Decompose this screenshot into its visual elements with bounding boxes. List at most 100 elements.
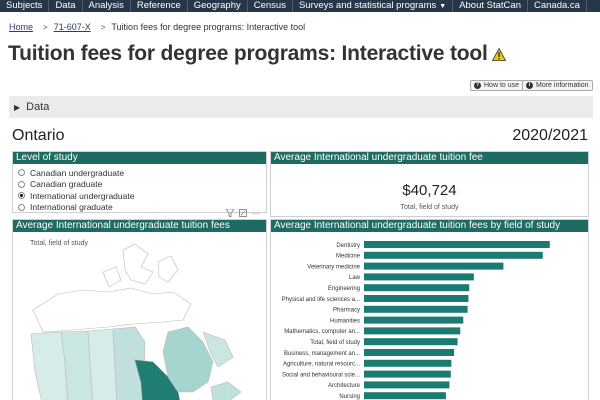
page-title-row: Tuition fees for degree programs: Intera…: [8, 42, 506, 66]
nav-item-label: Data: [55, 0, 76, 11]
bar-category-label: Pharmacy: [333, 308, 360, 314]
level-of-study-heading: Level of study: [13, 152, 266, 164]
bar-category-label: Law: [349, 275, 361, 281]
field-of-study-chart-panel: Average International undergraduate tuit…: [270, 219, 589, 400]
radio-unselected-icon[interactable]: [18, 180, 25, 188]
bar-chart-heading: Average International undergraduate tuit…: [271, 220, 588, 232]
level-of-study-option[interactable]: Canadian graduate: [18, 179, 266, 191]
bar-7[interactable]: [364, 316, 464, 324]
level-of-study-option-label: Canadian undergraduate: [30, 167, 125, 178]
map-region-north[interactable]: [32, 287, 192, 333]
bar-category-label: Nursing: [339, 394, 360, 400]
breadcrumb-separator-icon: >: [43, 22, 48, 32]
radio-unselected-icon[interactable]: [18, 169, 25, 177]
map-region-arctic-islands[interactable]: [122, 243, 154, 285]
bar-8[interactable]: [364, 327, 461, 335]
data-toggle-label: Data: [26, 101, 50, 113]
bar-category-label: Total, field of study: [310, 340, 360, 346]
info-icon: i: [526, 82, 533, 89]
bar-3[interactable]: [364, 273, 474, 281]
nav-item-label: Reference: [136, 0, 181, 11]
bar-category-label: Veterinary medicine: [307, 264, 360, 270]
bar-category-label: Physical and life sciences a...: [282, 297, 361, 303]
province-label: Ontario: [12, 127, 65, 144]
year-label: 2020/2021: [512, 127, 588, 144]
level-of-study-option-label: Canadian graduate: [30, 179, 103, 190]
breadcrumb-separator-icon: >: [100, 22, 106, 32]
level-of-study-option-label: International undergraduate: [30, 190, 135, 201]
bar-category-label: Agriculture, natural resourc...: [283, 362, 360, 368]
breadcrumb-catalogue-link[interactable]: 71-607-X: [54, 22, 91, 32]
map-region-arctic-island-east[interactable]: [157, 255, 179, 283]
radio-selected-icon[interactable]: [18, 192, 25, 200]
bar-9[interactable]: [364, 338, 458, 346]
level-of-study-option-label: International graduate: [30, 202, 113, 213]
map-heading: Average International undergraduate tuit…: [13, 220, 266, 232]
question-icon: ?: [474, 82, 481, 89]
bar-2[interactable]: [364, 262, 504, 270]
field-of-study-bar-chart: Dentistry Medicine Veterinary medicine Law E…: [282, 241, 550, 400]
map-panel: Average International undergraduate tuit…: [12, 219, 267, 400]
nav-item-surveys-and-statistical-programs[interactable]: Surveys and statistical programs ▼: [293, 0, 454, 12]
nav-item-label: Surveys and statistical programs: [298, 0, 437, 11]
nav-item-subjects[interactable]: Subjects: [0, 0, 50, 12]
nav-item-label: About StatCan: [459, 0, 521, 11]
page-title: Tuition fees for degree programs: Intera…: [8, 42, 488, 65]
bar-category-label: Architecture: [328, 383, 361, 389]
level-of-study-panel: Level of study Canadian undergraduate Can…: [12, 151, 267, 213]
bar-category-label: Medicine: [336, 254, 361, 260]
bar-11[interactable]: [364, 359, 452, 367]
expand-triangle-icon: ▶: [14, 102, 21, 112]
level-of-study-option[interactable]: Canadian undergraduate: [18, 167, 266, 179]
how-to-use-label: How to use: [484, 82, 520, 89]
map-region-maritimes[interactable]: [210, 381, 242, 400]
chevron-down-icon: ▼: [439, 3, 447, 10]
breadcrumb-current: Tuition fees for degree programs: Intera…: [111, 22, 306, 32]
bar-category-label: Social and behavioural scie...: [282, 372, 360, 378]
bar-13[interactable]: [364, 381, 450, 389]
bar-6[interactable]: [364, 305, 468, 313]
map-region-arctic-island-west[interactable]: [102, 266, 122, 288]
bar-10[interactable]: [364, 349, 455, 356]
nav-item-label: Analysis: [88, 0, 124, 11]
average-fee-heading: Average International undergraduate tuit…: [271, 152, 588, 164]
average-fee-value: $40,724: [402, 182, 457, 199]
bar-12[interactable]: [364, 370, 451, 378]
nav-item-label: Geography: [193, 0, 241, 11]
top-navigation: Subjects Data Analysis Reference Geography Ce…: [0, 0, 600, 12]
data-toggle[interactable]: ▶ Data: [9, 96, 593, 118]
nav-item-label: Census: [253, 0, 286, 11]
bar-5[interactable]: [364, 295, 469, 302]
more-options-icon[interactable]: ···: [252, 209, 260, 218]
nav-item-analysis[interactable]: Analysis: [83, 0, 131, 12]
level-of-study-option[interactable]: International undergraduate: [18, 190, 266, 202]
bar-category-label: Dentistry: [336, 243, 360, 249]
nav-item-label: Subjects: [6, 0, 43, 11]
expand-icon[interactable]: [239, 209, 247, 217]
average-fee-caption: Total, field of study: [400, 204, 459, 211]
radio-unselected-icon[interactable]: [18, 203, 25, 211]
bar-category-label: Engineering: [328, 286, 360, 292]
map-region-saskatchewan[interactable]: [87, 328, 117, 400]
canada-map[interactable]: [13, 232, 266, 400]
more-information-button[interactable]: i More information: [522, 80, 593, 91]
nav-item-census[interactable]: Census: [248, 0, 293, 12]
bar-4[interactable]: [364, 284, 470, 292]
nav-item-label: Canada.ca: [533, 0, 580, 11]
nav-item-reference[interactable]: Reference: [131, 0, 188, 12]
breadcrumb: Home > 71-607-X > Tuition fees for degre…: [9, 22, 305, 32]
how-to-use-button[interactable]: ? How to use: [470, 80, 524, 91]
nav-item-canada-ca[interactable]: Canada.ca: [528, 0, 587, 12]
average-fee-panel: Average International undergraduate tuit…: [270, 151, 589, 217]
visual-toolbar: ···: [226, 209, 260, 218]
nav-item-data[interactable]: Data: [49, 0, 83, 12]
bar-category-label: Mathematics, computer an...: [284, 329, 360, 335]
filter-icon[interactable]: [226, 209, 234, 217]
breadcrumb-home-link[interactable]: Home: [9, 22, 33, 32]
warning-icon[interactable]: [491, 47, 506, 61]
bar-14[interactable]: [364, 392, 446, 400]
nav-item-geography[interactable]: Geography: [188, 0, 248, 12]
bar-0[interactable]: [364, 241, 550, 248]
nav-item-about-statcan[interactable]: About StatCan: [453, 0, 528, 12]
bar-1[interactable]: [364, 251, 543, 259]
